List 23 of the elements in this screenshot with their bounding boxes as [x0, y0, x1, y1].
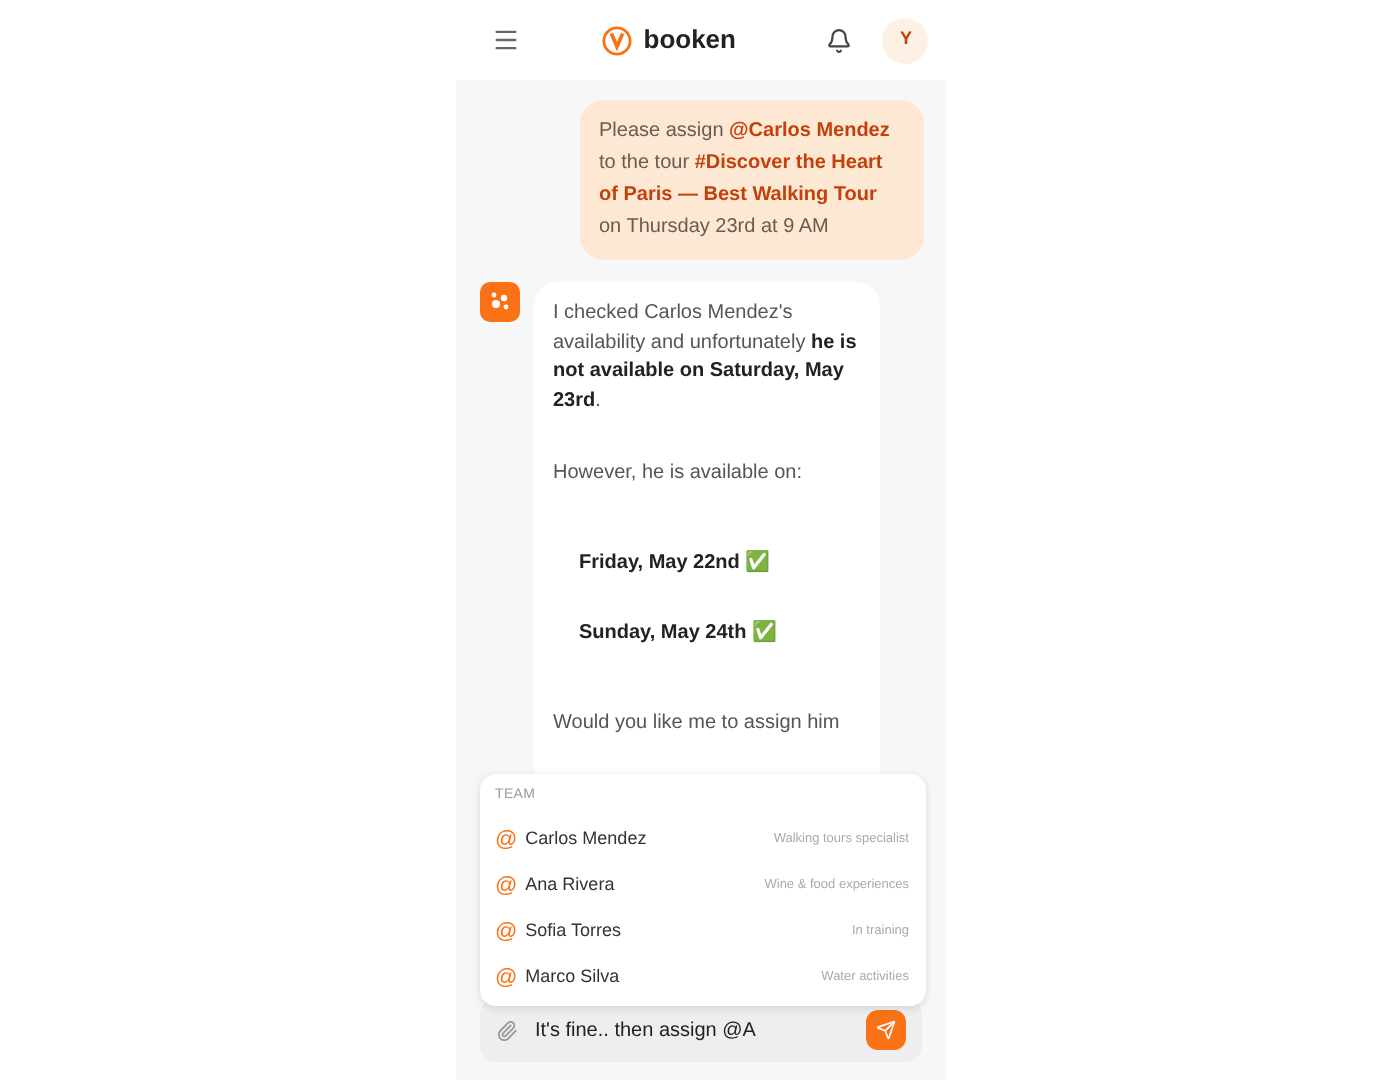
user-message: Please assign @Carlos Mendez to the tour #Discover the Heart of Paris — Best Walking Tour on Thursday 23rd at 9 AM — [579, 100, 923, 260]
at-symbol: @ — [495, 871, 518, 902]
message-paragraph: However, he is available on: — [553, 460, 805, 488]
logo-icon — [601, 25, 632, 55]
member-name: Ana Rivera — [525, 872, 615, 899]
at-symbol: @ — [495, 917, 518, 948]
send-icon — [875, 1020, 895, 1040]
message-paragraph: Would you like me to assign him — [553, 709, 842, 737]
at-symbol: @ — [495, 825, 518, 856]
user-avatar[interactable]: Y — [882, 17, 929, 63]
at-symbol: @ — [495, 963, 518, 994]
send-button[interactable] — [865, 1010, 905, 1050]
message-paragraph: I checked Carlos Mendez's availability and unfortunately he is not available on Saturday, May 23rd. — [553, 300, 859, 415]
brand-name: booken — [643, 22, 736, 59]
member-name: Carlos Mendez — [525, 826, 647, 853]
menu-icon[interactable] — [491, 26, 519, 54]
available-date: Friday, May 22nd ✅ — [579, 549, 772, 577]
member-name: Marco Silva — [525, 964, 620, 991]
message-input[interactable]: It's fine.. then assign @A — [535, 1015, 756, 1045]
member-name: Sofia Torres — [525, 918, 622, 945]
notification-bell-icon[interactable] — [826, 27, 853, 53]
bot-avatar-icon — [479, 282, 519, 322]
available-date: Sunday, May 24th ✅ — [579, 620, 779, 648]
